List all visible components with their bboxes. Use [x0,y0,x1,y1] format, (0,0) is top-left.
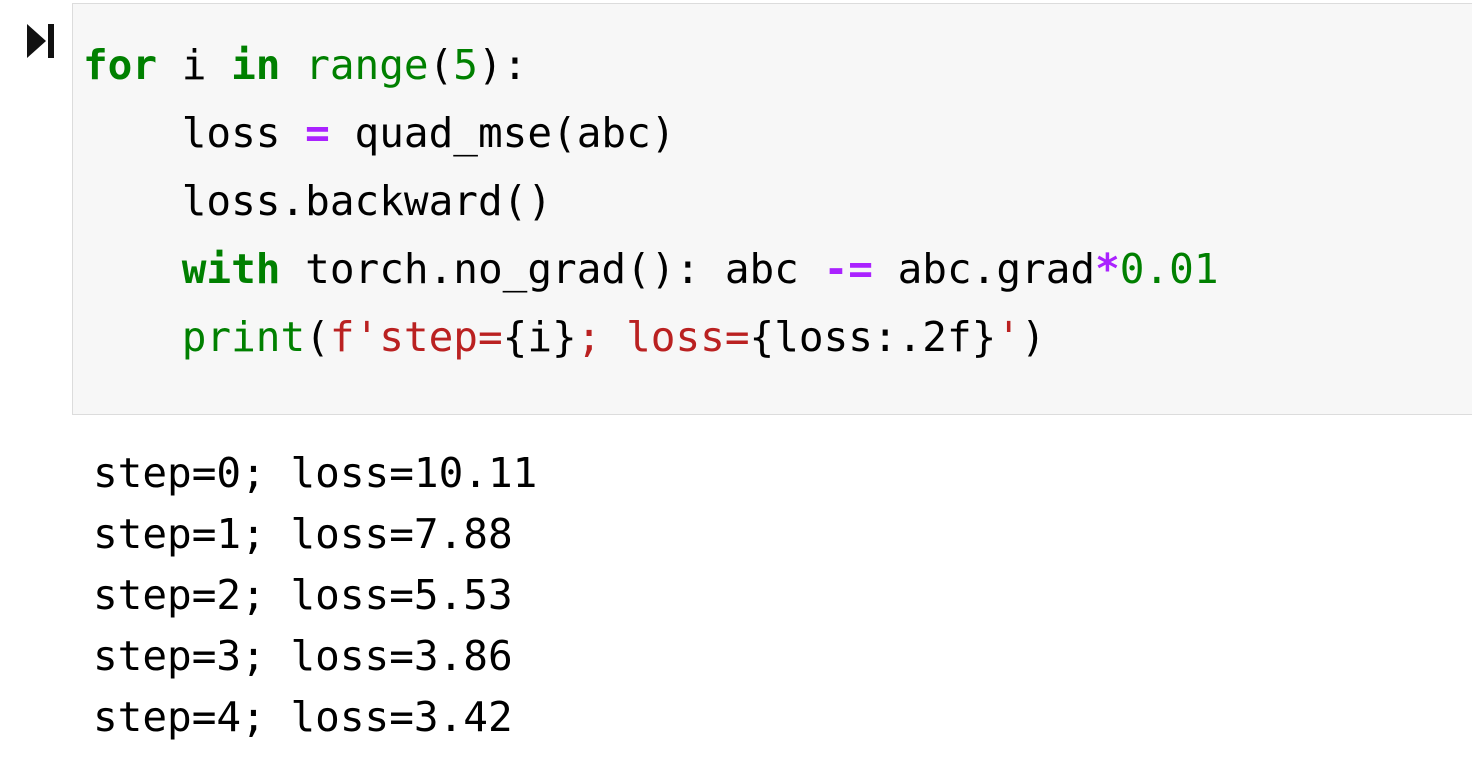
code-token: abc.grad [872,245,1096,293]
code-token: in [231,41,281,89]
code-token: ' [996,313,1022,361]
code-line: print(f'step={i}; loss={loss:.2f}') [83,303,1219,371]
code-token: = [305,109,330,157]
output-line: step=3; loss=3.86 [93,632,513,680]
code-line: for i in range(5): [83,31,1219,99]
code-token: loss [181,109,306,157]
output-line: step=4; loss=3.42 [93,693,513,741]
notebook-page: for i in range(5): loss = quad_mse(abc) … [0,0,1472,757]
code-token: i [157,41,232,89]
code-token: ) [1021,313,1046,361]
code-token: ( [305,313,330,361]
output-line: step=0; loss=10.11 [93,449,538,497]
cell-output: step=0; loss=10.11 step=1; loss=7.88 step=… [93,443,537,748]
code-token: ( [428,41,454,89]
code-token: 5 [453,41,478,89]
code-token: range [305,41,429,89]
code-token: {i} [502,313,577,361]
code-token: * [1095,245,1120,293]
code-token: with [181,245,281,293]
code-token: torch.no_grad(): abc [280,245,824,293]
code-token: ): [477,41,528,89]
code-token: ; loss= [576,313,750,361]
code-line: loss = quad_mse(abc) [83,99,1219,167]
run-cell-icon[interactable] [24,22,56,60]
code-token: f'step= [329,313,503,361]
code-token: for [83,41,158,89]
code-token: print [181,313,306,361]
code-token: quad_mse(abc) [329,109,676,157]
code-editor[interactable]: for i in range(5): loss = quad_mse(abc) … [83,31,1219,371]
code-token: loss.backward() [181,177,553,225]
output-line: step=2; loss=5.53 [93,571,513,619]
code-cell-input[interactable]: for i in range(5): loss = quad_mse(abc) … [72,3,1472,415]
code-token: {loss:.2f} [749,313,997,361]
code-token: -= [823,245,873,293]
output-line: step=1; loss=7.88 [93,510,513,558]
code-line: with torch.no_grad(): abc -= abc.grad*0.… [83,235,1219,303]
code-line: loss.backward() [83,167,1219,235]
code-token: 0.01 [1119,245,1219,293]
